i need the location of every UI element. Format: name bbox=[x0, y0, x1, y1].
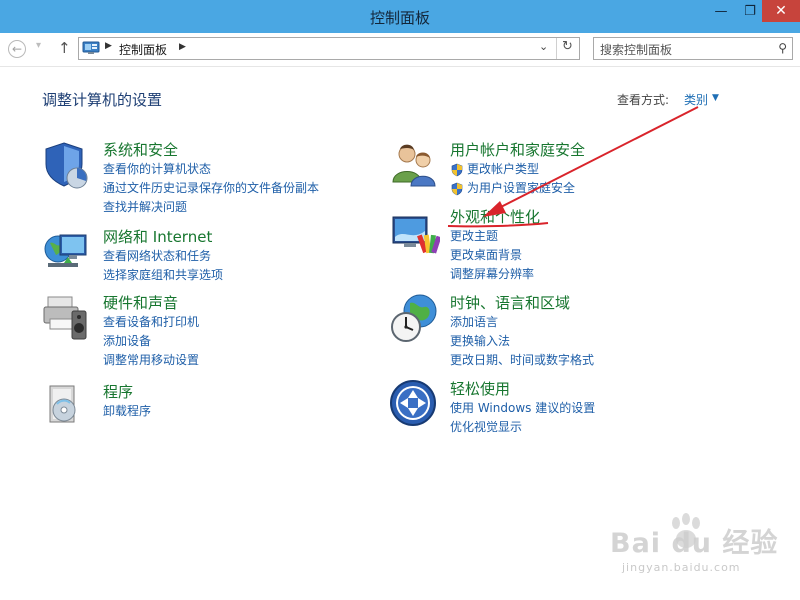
category-title-network[interactable]: 网络和 Internet bbox=[103, 227, 223, 247]
window-title: 控制面板 bbox=[369, 9, 430, 27]
link-mobility-settings[interactable]: 调整常用移动设置 bbox=[103, 351, 199, 370]
link-change-input-method[interactable]: 更换输入法 bbox=[450, 332, 594, 351]
maximize-button[interactable]: ❐ bbox=[738, 0, 762, 22]
address-dropdown-button[interactable]: ⌄ bbox=[539, 40, 548, 53]
link-screen-resolution[interactable]: 调整屏幕分辨率 bbox=[450, 265, 540, 284]
link-view-computer-status[interactable]: 查看你的计算机状态 bbox=[103, 160, 319, 179]
user-accounts-icon[interactable] bbox=[390, 140, 440, 190]
uac-shield-icon bbox=[451, 182, 463, 195]
baidu-watermark: Bai du 经验 jingyan.baidu.com bbox=[610, 513, 780, 583]
appearance-icon[interactable] bbox=[390, 211, 440, 261]
view-by-label: 查看方式: bbox=[617, 93, 670, 107]
category-title-ease-of-access[interactable]: 轻松使用 bbox=[450, 379, 595, 399]
category-network: 网络和 Internet 查看网络状态和任务 选择家庭组和共享选项 bbox=[103, 227, 223, 285]
control-panel-icon bbox=[82, 41, 100, 54]
category-title-programs[interactable]: 程序 bbox=[103, 382, 151, 402]
watermark-url: jingyan.baidu.com bbox=[622, 561, 741, 574]
link-add-device[interactable]: 添加设备 bbox=[103, 332, 199, 351]
hardware-sound-icon[interactable] bbox=[42, 293, 92, 343]
search-icon[interactable]: ⚲ bbox=[778, 41, 787, 55]
link-recommended-settings[interactable]: 使用 Windows 建议的设置 bbox=[450, 399, 595, 418]
link-change-account-type[interactable]: 更改帐户类型 bbox=[450, 160, 585, 179]
category-title-appearance[interactable]: 外观和个性化 bbox=[450, 207, 540, 227]
category-title-system-security[interactable]: 系统和安全 bbox=[103, 140, 319, 160]
breadcrumb-separator-2[interactable]: ▶ bbox=[179, 42, 186, 52]
ease-of-access-icon[interactable] bbox=[390, 379, 440, 429]
network-icon[interactable] bbox=[42, 227, 92, 277]
system-security-icon[interactable] bbox=[42, 140, 92, 190]
category-programs: 程序 卸载程序 bbox=[103, 382, 151, 421]
category-system-security: 系统和安全 查看你的计算机状态 通过文件历史记录保存你的文件备份副本 查找并解决… bbox=[103, 140, 319, 217]
link-label[interactable]: 为用户设置家庭安全 bbox=[467, 179, 575, 198]
link-family-safety[interactable]: 为用户设置家庭安全 bbox=[450, 179, 585, 198]
category-clock-region: 时钟、语言和区域 添加语言 更换输入法 更改日期、时间或数字格式 bbox=[450, 293, 594, 370]
category-title-clock-region[interactable]: 时钟、语言和区域 bbox=[450, 293, 594, 313]
refresh-button[interactable]: ↻ bbox=[562, 39, 573, 54]
link-desktop-background[interactable]: 更改桌面背景 bbox=[450, 246, 540, 265]
close-button[interactable]: ✕ bbox=[762, 0, 800, 22]
view-by-dropdown[interactable]: 类别 bbox=[684, 91, 708, 108]
search-input[interactable]: 搜索控制面板 bbox=[600, 41, 672, 58]
link-date-time-format[interactable]: 更改日期、时间或数字格式 bbox=[450, 351, 594, 370]
clock-region-icon[interactable] bbox=[390, 293, 440, 343]
link-add-language[interactable]: 添加语言 bbox=[450, 313, 594, 332]
page-title: 调整计算机的设置 bbox=[42, 91, 163, 109]
category-appearance: 外观和个性化 更改主题 更改桌面背景 调整屏幕分辨率 bbox=[450, 207, 540, 284]
breadcrumb-control-panel[interactable]: 控制面板 bbox=[119, 41, 167, 58]
link-troubleshoot[interactable]: 查找并解决问题 bbox=[103, 198, 319, 217]
link-devices-printers[interactable]: 查看设备和打印机 bbox=[103, 313, 199, 332]
link-change-theme[interactable]: 更改主题 bbox=[450, 227, 540, 246]
category-title-user-accounts[interactable]: 用户帐户和家庭安全 bbox=[450, 140, 585, 160]
minimize-button[interactable]: — bbox=[706, 0, 736, 22]
link-optimize-visual-display[interactable]: 优化视觉显示 bbox=[450, 418, 595, 437]
address-bar[interactable]: ▶ 控制面板 ▶ ⌄ ↻ bbox=[78, 37, 580, 60]
link-homegroup-sharing[interactable]: 选择家庭组和共享选项 bbox=[103, 266, 223, 285]
view-by-caret-icon[interactable]: ▼ bbox=[712, 93, 719, 103]
link-network-status[interactable]: 查看网络状态和任务 bbox=[103, 247, 223, 266]
category-title-hardware-sound[interactable]: 硬件和声音 bbox=[103, 293, 199, 313]
address-divider bbox=[556, 38, 557, 59]
link-file-history-backup[interactable]: 通过文件历史记录保存你的文件备份副本 bbox=[103, 179, 319, 198]
category-ease-of-access: 轻松使用 使用 Windows 建议的设置 优化视觉显示 bbox=[450, 379, 595, 437]
up-button[interactable]: ↑ bbox=[58, 39, 71, 57]
category-hardware-sound: 硬件和声音 查看设备和打印机 添加设备 调整常用移动设置 bbox=[103, 293, 199, 370]
recent-pages-dropdown[interactable]: ▾ bbox=[36, 40, 41, 51]
category-user-accounts: 用户帐户和家庭安全 更改帐户类型 为用户设置家庭安全 bbox=[450, 140, 585, 198]
title-bar: 控制面板 — ❐ ✕ bbox=[0, 0, 800, 33]
link-uninstall-program[interactable]: 卸载程序 bbox=[103, 402, 151, 421]
programs-icon[interactable] bbox=[42, 380, 92, 430]
navigation-bar: ← ▾ ↑ ▶ 控制面板 ▶ ⌄ ↻ 搜索控制面板 ⚲ bbox=[0, 33, 800, 67]
back-button[interactable]: ← bbox=[8, 40, 26, 58]
watermark-brand: Bai du 经验 bbox=[610, 528, 779, 559]
uac-shield-icon bbox=[451, 163, 463, 176]
breadcrumb-separator[interactable]: ▶ bbox=[105, 41, 112, 51]
link-label[interactable]: 更改帐户类型 bbox=[467, 160, 539, 179]
search-box[interactable]: 搜索控制面板 ⚲ bbox=[593, 37, 793, 60]
